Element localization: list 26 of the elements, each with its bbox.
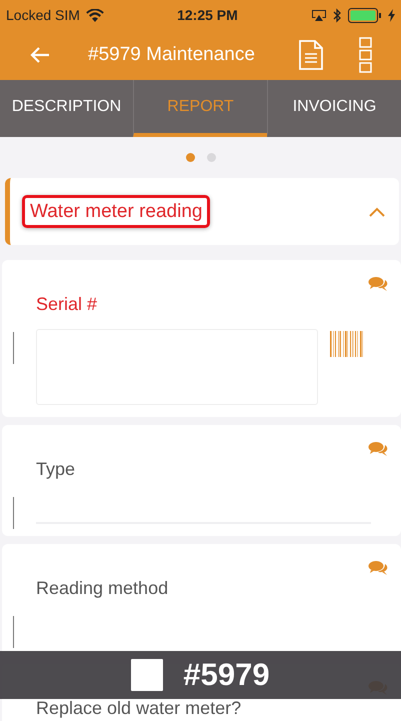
clock-label: 12:25 PM: [176, 7, 239, 23]
page-dot[interactable]: [186, 153, 194, 162]
comment-icon[interactable]: [368, 276, 388, 292]
field-label: Type: [36, 459, 76, 480]
comment-icon[interactable]: [368, 441, 388, 457]
comment-icon[interactable]: [368, 560, 388, 576]
field-label: Serial #: [36, 294, 98, 315]
field-label: Reading method: [36, 578, 170, 599]
carrier-label: Locked SIM: [6, 7, 80, 23]
more-menu-icon[interactable]: [359, 37, 373, 73]
field-label: Replace old water meter?: [36, 698, 242, 719]
overlay-label: #5979: [183, 657, 270, 693]
document-icon[interactable]: [299, 40, 323, 70]
page-dot[interactable]: [206, 153, 216, 162]
barcode-icon[interactable]: [330, 331, 364, 357]
bluetooth-icon: [333, 8, 342, 22]
battery-icon: [348, 8, 382, 22]
airplay-icon: [311, 8, 327, 22]
charging-icon: [388, 8, 395, 22]
section-title: Water meter reading: [22, 194, 210, 228]
tab[interactable]: DESCRIPTION: [0, 80, 133, 137]
wifi-icon: [86, 8, 104, 22]
tab[interactable]: INVOICING: [267, 80, 401, 137]
chevron-icon[interactable]: [369, 206, 385, 216]
app-title: #5979 Maintenance: [88, 44, 256, 66]
section-header[interactable]: Water meter reading: [5, 178, 399, 245]
